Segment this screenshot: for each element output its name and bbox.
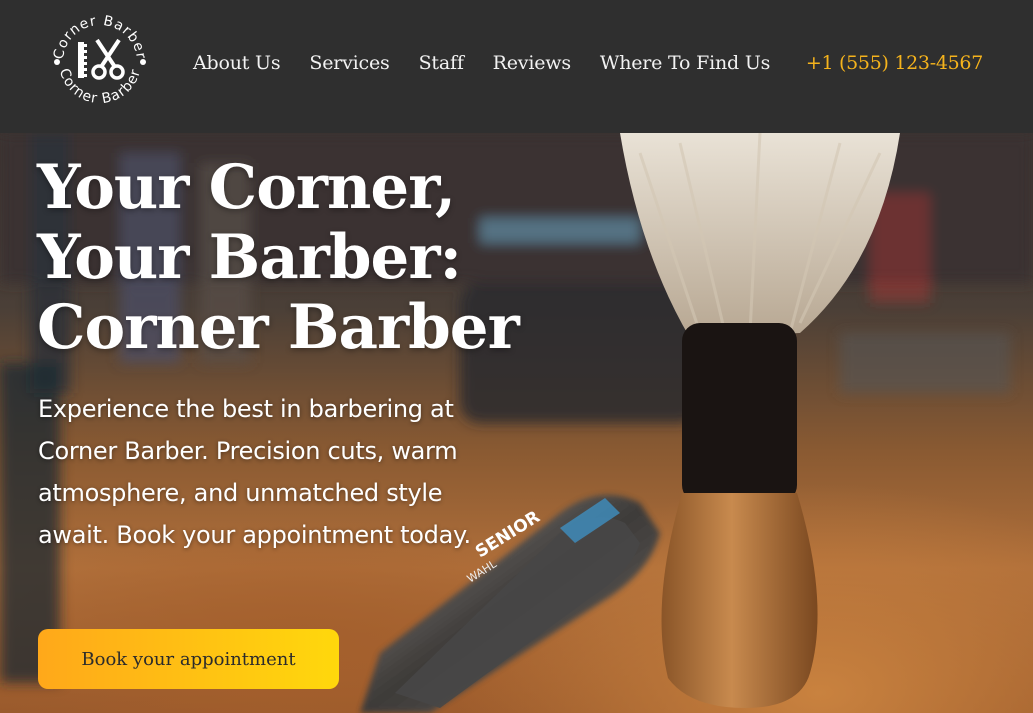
hero-title-line-1: Your Corner,: [37, 152, 456, 223]
nav-staff[interactable]: Staff: [419, 52, 464, 74]
hero-description: Experience the best in barbering at Corn…: [38, 395, 471, 549]
site-header: Corner Barber Corner Barber About Us Ser…: [0, 0, 1033, 133]
hero-title-line-3: Corner Barber: [37, 292, 520, 363]
nav-services[interactable]: Services: [309, 52, 389, 74]
hero-title-line-2: Your Barber:: [37, 222, 462, 293]
logo-text-bottom: Corner Barber: [56, 66, 143, 107]
logo-badge: Corner Barber Corner Barber: [51, 13, 149, 107]
main-nav: About Us Services Staff Reviews Where To…: [193, 0, 799, 126]
phone-link[interactable]: +1 (555) 123-4567: [806, 0, 983, 126]
nav-reviews[interactable]: Reviews: [493, 52, 571, 74]
svg-text:Corner Barber: Corner Barber: [56, 66, 144, 107]
hero-section: SENIOR WAHL Your Corner, Your Barber: Co…: [0, 133, 1033, 713]
svg-text:Corner Barber: Corner Barber: [51, 13, 149, 61]
corner-barber-logo[interactable]: Corner Barber Corner Barber: [45, 7, 155, 117]
hero-title: Your Corner, Your Barber: Corner Barber: [37, 153, 597, 363]
nav-about-us[interactable]: About Us: [193, 52, 281, 74]
book-appointment-button[interactable]: Book your appointment: [38, 629, 339, 689]
comb-and-scissors-icon: [78, 38, 125, 80]
nav-where-to-find-us[interactable]: Where To Find Us: [600, 52, 771, 74]
logo-text-top: Corner Barber: [51, 13, 148, 61]
